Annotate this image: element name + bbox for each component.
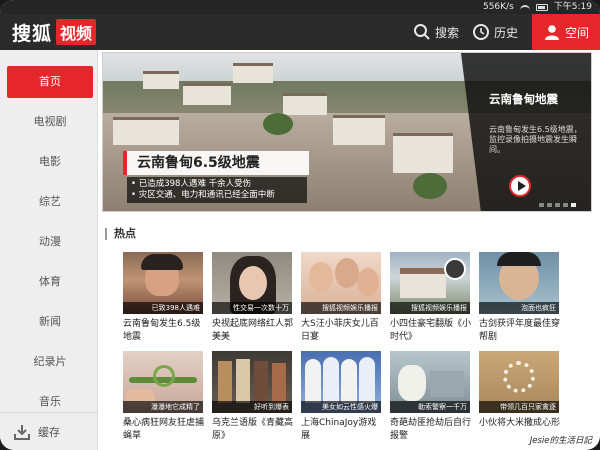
- banner-title: 云南鲁甸6.5级地震: [137, 155, 260, 171]
- space-label: 空间: [564, 25, 589, 40]
- search-icon: [414, 24, 430, 40]
- video-title: 桑心病狂网友狂虐捕蝇草: [123, 418, 205, 441]
- sidebar-item-documentary[interactable]: 纪录片: [7, 346, 93, 378]
- banner-info-panel: 云南鲁甸地震 云南鲁甸发生6.5级地震，监控录像拍摄地震发生瞬间。: [461, 53, 591, 211]
- cache-button[interactable]: 缓存: [0, 412, 98, 450]
- history-label: 历史: [494, 25, 519, 40]
- sohu-video-logo[interactable]: 搜狐 视频: [12, 19, 97, 45]
- sidebar-item-label: 纪录片: [33, 355, 67, 368]
- video-caption: 瀑瀑地它成精了: [123, 401, 203, 413]
- sidebar-item-home[interactable]: 首页: [7, 66, 93, 98]
- wifi-icon: [519, 4, 530, 12]
- category-sidebar: 首页 电视剧 电影 综艺 动漫 体育 新闻 纪录片 音乐 缓存: [0, 50, 98, 450]
- banner-title-box: 云南鲁甸6.5级地震: [123, 151, 309, 175]
- page-dot: [555, 203, 560, 207]
- video-title: 古剑获评年度最佳穿帮剧: [479, 319, 561, 342]
- logo-text: 搜狐: [12, 22, 53, 45]
- sidebar-item-label: 新闻: [39, 315, 61, 328]
- banner-bullet: • 已造成398人遇难 千余人受伤: [131, 179, 252, 189]
- video-title: 上海ChinaJoy游戏展: [301, 418, 377, 441]
- video-caption: 美女如云性感火爆: [301, 401, 381, 413]
- sidebar-item-label: 体育: [39, 275, 61, 288]
- sidebar-item-sports[interactable]: 体育: [7, 266, 93, 298]
- video-title: 奇葩劫匪抢劫后自行报警: [390, 418, 472, 441]
- user-icon: [544, 25, 559, 40]
- video-title: 小四住豪宅翻版《小时代》: [390, 319, 472, 342]
- sidebar-item-label: 综艺: [39, 195, 61, 208]
- video-caption: 搜狐视频娱乐播报: [301, 302, 381, 314]
- video-caption: 勒索警察一千万: [390, 401, 470, 413]
- sidebar-item-label: 首页: [39, 75, 61, 88]
- banner-photo-house: [233, 63, 273, 83]
- sidebar-item-label: 动漫: [39, 235, 61, 248]
- banner-photo-tree: [413, 173, 447, 199]
- banner-photo-house: [283, 93, 327, 115]
- sidebar-item-variety[interactable]: 综艺: [7, 186, 93, 218]
- video-title: 乌克兰语版《青藏高原》: [212, 418, 294, 441]
- download-icon: [14, 424, 30, 440]
- video-title: 央视起底网络红人郭美美: [212, 319, 294, 342]
- banner-photo-house: [393, 133, 453, 173]
- search-label: 搜索: [435, 25, 460, 40]
- sidebar-item-movies[interactable]: 电影: [7, 146, 93, 178]
- network-speed: 556K/s: [482, 2, 514, 12]
- video-caption: 带领几百只家禽逐: [479, 401, 559, 413]
- watermark: Jesie的生活日記: [529, 434, 592, 446]
- video-title: 大S汪小菲庆女儿百日宴: [301, 319, 379, 342]
- app-window: 556K/s 下午5:19 搜狐 视频 搜索 历史 空间 首页 电视剧 电影 综…: [0, 0, 600, 450]
- status-bar: 556K/s 下午5:19: [0, 0, 600, 14]
- video-caption: 好听到爆表: [212, 401, 292, 413]
- banner-photo-house: [333, 115, 385, 145]
- banner-photo-house: [113, 117, 179, 145]
- hot-section-title: 热点: [105, 228, 136, 240]
- video-title: 云南鲁甸发生6.5级地震: [123, 319, 201, 342]
- sidebar-item-label: 音乐: [39, 395, 61, 408]
- play-button[interactable]: [509, 175, 531, 197]
- banner-photo-tree: [263, 113, 293, 135]
- sidebar-item-news[interactable]: 新闻: [7, 306, 93, 338]
- battery-icon: [535, 3, 548, 11]
- history-clock-icon: [473, 24, 489, 40]
- top-nav-bar: 搜狐 视频 搜索 历史 空间: [0, 14, 600, 50]
- clock: 下午5:19: [553, 2, 592, 12]
- page-dot: [547, 203, 552, 207]
- sidebar-item-label: 电影: [39, 155, 61, 168]
- logo-badge: 视频: [56, 19, 97, 45]
- sidebar-item-tv-series[interactable]: 电视剧: [7, 106, 93, 138]
- sidebar-item-anime[interactable]: 动漫: [7, 226, 93, 258]
- page-dot-active: [571, 203, 576, 207]
- featured-banner[interactable]: 云南鲁甸6.5级地震 • 已造成398人遇难 千余人受伤 • 灾区交通、电力和通…: [102, 52, 592, 212]
- history-button[interactable]: 历史: [472, 14, 518, 50]
- sidebar-item-label: 电视剧: [33, 115, 67, 128]
- page-dot: [539, 203, 544, 207]
- video-caption: 泡面也疯狂: [479, 302, 559, 314]
- cache-label: 缓存: [38, 425, 60, 439]
- banner-bullet: • 灾区交通、电力和通讯已经全面中断: [131, 190, 275, 200]
- video-caption: 搜狐视频娱乐播报: [390, 302, 470, 314]
- search-button[interactable]: 搜索: [413, 14, 459, 50]
- banner-page-indicator[interactable]: [539, 203, 576, 207]
- page-dot: [563, 203, 568, 207]
- banner-side-title: 云南鲁甸地震: [489, 92, 558, 106]
- banner-bullets: • 已造成398人遇难 千余人受伤 • 灾区交通、电力和通讯已经全面中断: [127, 177, 307, 203]
- video-caption: 已致398人遇难: [123, 302, 203, 314]
- my-space-button[interactable]: 空间: [532, 14, 600, 50]
- banner-side-description: 云南鲁甸发生6.5级地震，监控录像拍摄地震发生瞬间。: [489, 125, 582, 154]
- banner-photo-house: [143, 71, 179, 89]
- video-caption: 性交易一次数十万: [212, 302, 292, 314]
- video-title: 小伙将大米撒成心形: [479, 418, 561, 428]
- banner-photo-house: [183, 83, 231, 105]
